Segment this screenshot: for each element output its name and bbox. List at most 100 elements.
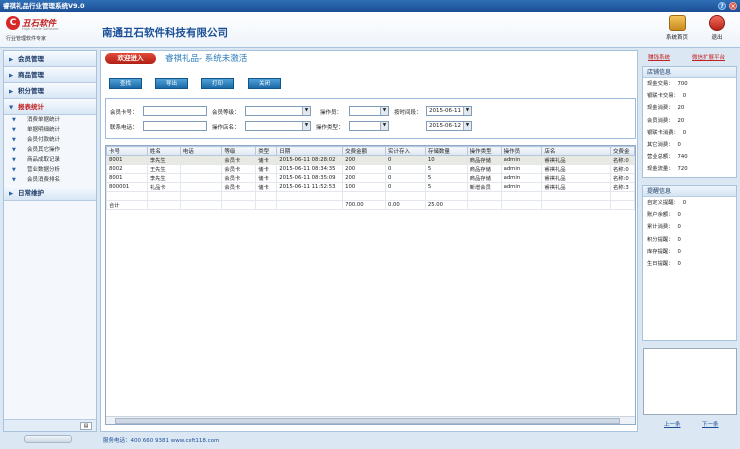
operation-type-label: 操作类型： [316, 125, 344, 131]
table-cell: 2015-06-11 08:28:02 [276, 155, 344, 165]
table-cell: 0 [384, 164, 426, 174]
operator-select[interactable]: ▼ [349, 106, 389, 116]
column-header[interactable]: 等级 [221, 146, 257, 156]
table-cell: 名称:0 [609, 155, 635, 165]
table-cell: 会员卡 [221, 164, 257, 174]
info-value: 0 [682, 129, 687, 136]
money-system-link[interactable]: 赚钱系统 [648, 53, 670, 61]
table-cell [255, 191, 278, 201]
dropdown-arrow-icon: ▼ [302, 122, 310, 130]
sidebar-group-products[interactable]: ▶ 商品管理 [4, 67, 96, 83]
chevron-down-icon: ▼ [12, 167, 16, 173]
export-button[interactable]: 导出 [155, 78, 188, 89]
dropdown-arrow-icon: ▼ [302, 107, 310, 115]
card-number-input[interactable] [143, 106, 207, 116]
table-cell [146, 191, 181, 201]
sidebar-item-payment-stats[interactable]: ▼ 会员付款统计 [4, 135, 96, 145]
store-info-title: 店铺信息 [643, 67, 736, 78]
column-header[interactable]: 店名 [541, 146, 611, 156]
horizontal-scrollbar[interactable] [106, 416, 635, 424]
close-button[interactable]: 关闭 [248, 78, 281, 89]
operation-type-select[interactable]: ▼ [349, 121, 389, 131]
sidebar-group-label: 会员管理 [18, 55, 44, 63]
sidebar-item-business-analysis[interactable]: ▼ 营业数据分析 [4, 165, 96, 175]
sidebar-group-label: 报表统计 [18, 103, 44, 111]
table-cell: admin [500, 173, 543, 183]
sidebar-group-members[interactable]: ▶ 会员管理 [4, 51, 96, 67]
company-logo: C 丑石软件 High Grade Software 行业管理软件专家 [6, 16, 76, 44]
home-button[interactable]: 系统首页 [660, 15, 694, 45]
info-key: 会员消费： [647, 117, 674, 124]
date-from-picker[interactable]: 2015-06-11 ▼ [426, 106, 472, 116]
sidebar-group-reports[interactable]: ▼ 报表统计 [4, 99, 96, 115]
column-header[interactable]: 实计存入 [384, 146, 426, 156]
member-level-label: 会员等级： [212, 110, 240, 116]
exit-button[interactable]: 退出 [700, 15, 734, 45]
sidebar-item-consumption-stats[interactable]: ▼ 消费单据统计 [4, 115, 96, 125]
column-header[interactable]: 日期 [276, 146, 344, 156]
table-row[interactable]: 8001 李先生 会员卡 储卡 2015-06-11 08:35:09 200 0 5 商品存储… [106, 173, 635, 183]
table-cell: 商品存储 [466, 173, 502, 183]
sidebar-group-maintenance[interactable]: ▶ 日常维护 [4, 185, 96, 201]
footer-button[interactable] [24, 435, 72, 443]
sidebar-item-member-ranking[interactable]: ▼ 会员消费排名 [4, 175, 96, 185]
info-row: 自定义提醒： 0 [643, 197, 736, 209]
member-level-select[interactable]: ▼ [245, 106, 311, 116]
table-cell: 储卡 [255, 173, 278, 183]
table-cell: 8001 [106, 155, 148, 165]
wechat-platform-link[interactable]: 微信扩展平台 [692, 53, 725, 61]
sidebar-item-product-records[interactable]: ▼ 商品成取记录 [4, 155, 96, 165]
chevron-right-icon: ▶ [9, 89, 14, 95]
table-row[interactable]: 800001 礼品卡 会员卡 储卡 2015-06-11 11:52:53 100 0 5 新增… [106, 182, 635, 192]
table-cell: 名称:0 [609, 173, 635, 183]
column-header[interactable]: 交费金 [609, 146, 635, 156]
table-row[interactable]: 8001 李先生 会员卡 储卡 2015-06-11 08:28:02 200 0 10 商品存… [106, 155, 635, 165]
total-cell: 合计 [106, 199, 148, 210]
phone-input[interactable] [143, 121, 207, 131]
total-cell [500, 199, 543, 210]
alert-info-title: 提醒信息 [643, 186, 736, 197]
sidebar-item-detail-stats[interactable]: ▼ 单据明细统计 [4, 125, 96, 135]
column-header[interactable]: 操作类型 [466, 146, 502, 156]
scrollbar-thumb[interactable] [115, 418, 620, 424]
help-button[interactable]: ? [718, 2, 726, 10]
table-cell: 200 [342, 173, 386, 183]
search-button[interactable]: 查找 [109, 78, 142, 89]
app-header: C 丑石软件 High Grade Software 行业管理软件专家 南通丑石… [0, 12, 740, 48]
table-cell: 800001 [106, 182, 148, 192]
column-header[interactable]: 卡号 [106, 146, 148, 156]
table-cell: 睿祺礼品 [541, 155, 611, 165]
sidebar-group-points[interactable]: ▶ 积分管理 [4, 83, 96, 99]
prev-message-link[interactable]: 上一条 [664, 420, 681, 428]
table-row[interactable]: 8002 王先生 会员卡 储卡 2015-06-11 08:34:35 200 0 5 商品存储… [106, 164, 635, 174]
table-cell: 2015-06-11 11:52:53 [276, 182, 344, 192]
table-cell: admin [500, 155, 543, 165]
column-header[interactable]: 交费金额 [342, 146, 386, 156]
sidebar-group-label: 商品管理 [18, 71, 44, 79]
column-header[interactable]: 类型 [255, 146, 278, 156]
table-header-row: 卡号 姓名 电话 等级 类型 日期 交费金额 实计存入 存储数量 操作类型 操作员 店名 交费金 [106, 146, 635, 156]
table-cell [179, 191, 223, 201]
info-value: 0 [682, 93, 687, 100]
table-cell: 会员卡 [221, 182, 257, 192]
menu-toggle-icon[interactable]: ▤ [80, 422, 92, 430]
column-header[interactable]: 姓名 [146, 146, 181, 156]
chevron-down-icon: ▼ [9, 105, 14, 111]
table-cell: admin [500, 182, 543, 192]
date-to-picker[interactable]: 2015-06-12 ▼ [426, 121, 472, 131]
total-cell [541, 199, 611, 210]
table-cell: 李先生 [146, 173, 181, 183]
table-cell [609, 191, 635, 201]
store-name-select[interactable]: ▼ [245, 121, 311, 131]
sidebar-item-other-ops[interactable]: ▼ 会员其它操作 [4, 145, 96, 155]
chevron-right-icon: ▶ [9, 191, 14, 197]
chevron-down-icon: ▼ [12, 137, 16, 143]
main-content: 欢迎进入 睿祺礼品- 系统未激活 查找 导出 打印 关闭 会员卡号： 联系电话：… [100, 50, 638, 432]
table-cell: 名称:0 [609, 164, 635, 174]
column-header[interactable]: 电话 [179, 146, 223, 156]
next-message-link[interactable]: 下一条 [702, 420, 719, 428]
print-button[interactable]: 打印 [201, 78, 234, 89]
column-header[interactable]: 存储数量 [424, 146, 468, 156]
close-window-button[interactable]: × [729, 2, 737, 10]
column-header[interactable]: 操作员 [500, 146, 543, 156]
